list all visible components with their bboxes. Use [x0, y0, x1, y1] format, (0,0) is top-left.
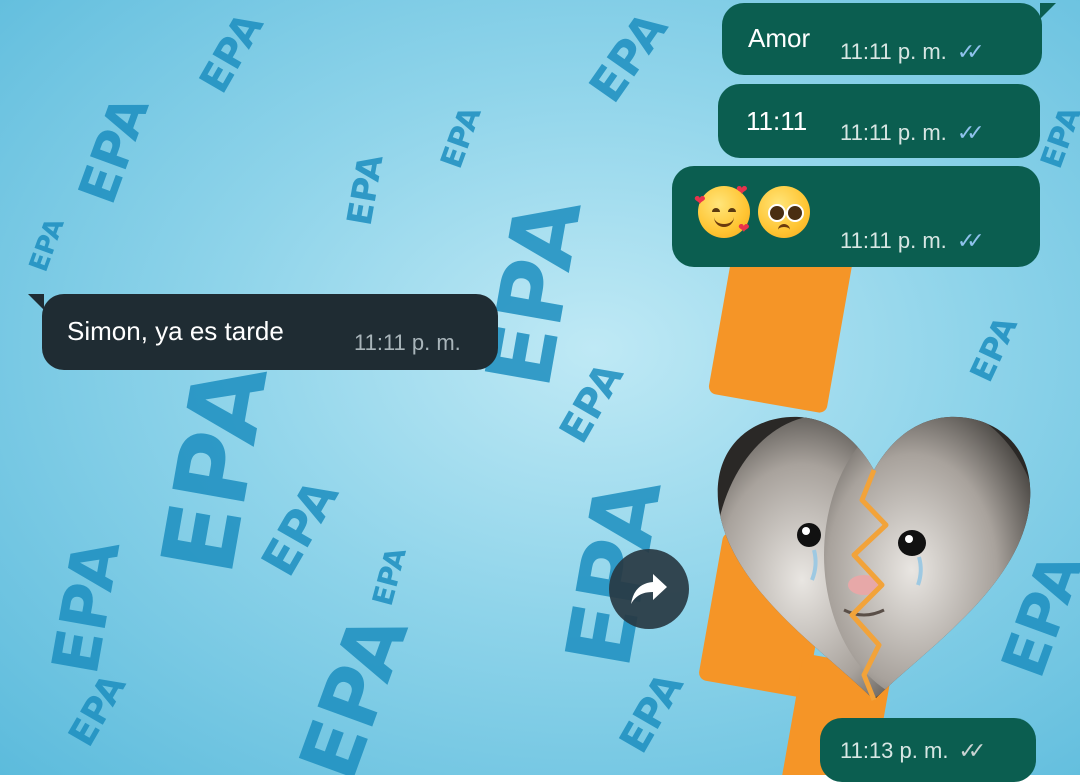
wallpaper-watermark: EPA	[578, 1, 679, 113]
incoming-message[interactable]: Simon, ya es tarde 11:11 p. m.	[28, 294, 498, 370]
wallpaper-watermark: EPA	[61, 667, 135, 754]
bubble-tail	[1040, 3, 1056, 19]
read-ticks-icon: ✓✓	[956, 228, 985, 253]
wallpaper-watermark: EPA	[281, 601, 427, 775]
forward-button[interactable]	[609, 549, 689, 629]
message-time: 11:11 p. m.	[354, 330, 461, 355]
message-time: 11:13 p. m.	[840, 738, 949, 763]
crying-cat-broken-heart-sticker[interactable]	[714, 415, 1034, 705]
wallpaper-watermark: EPA	[962, 310, 1025, 388]
read-ticks-icon: ✓✓	[956, 39, 985, 64]
message-text: Amor	[748, 23, 811, 53]
read-ticks-icon: ✓✓	[956, 120, 985, 145]
delivered-ticks-icon: ✓✓	[958, 738, 986, 763]
message-time: 11:11 p. m.	[840, 120, 947, 145]
outgoing-message[interactable]: Amor 11:11 p. m. ✓✓	[722, 3, 1056, 75]
emoji-row: ❤ ❤ ❤	[694, 182, 818, 238]
forward-arrow-icon	[631, 574, 667, 604]
smiling-face-with-hearts-icon: ❤ ❤ ❤	[694, 182, 750, 238]
pleading-face-icon	[758, 186, 810, 238]
message-time: 11:11 p. m.	[840, 39, 947, 64]
wallpaper-watermark: EPA	[434, 101, 489, 174]
wallpaper-watermark: EPA	[39, 534, 136, 680]
bubble-tail	[28, 294, 44, 310]
wallpaper-watermark: EPA	[1034, 101, 1080, 174]
message-meta: 11:11 p. m. ✓✓	[840, 120, 985, 146]
message-meta: 11:11 p. m. ✓✓	[840, 39, 985, 65]
wallpaper-watermark: EPA	[611, 665, 693, 761]
wallpaper-watermark: EPA	[339, 151, 392, 229]
outgoing-message[interactable]: 11:11 11:11 p. m. ✓✓	[718, 84, 1040, 158]
wallpaper-watermark: EPA	[191, 5, 273, 101]
message-text: Simon, ya es tarde	[67, 316, 284, 346]
wallpaper-watermark: EPA	[365, 543, 413, 610]
outgoing-message[interactable]: ❤ ❤ ❤ 11:11 p. m. ✓✓	[672, 166, 1040, 267]
wallpaper-watermark: EPA	[23, 214, 71, 276]
sticker-meta-bubble: 11:13 p. m. ✓✓	[820, 718, 1036, 782]
wallpaper-watermark: EPA	[67, 88, 162, 212]
message-time: 11:11 p. m.	[840, 228, 947, 253]
message-meta: 11:11 p. m. ✓✓	[840, 228, 985, 254]
message-meta: 11:13 p. m. ✓✓	[840, 738, 986, 764]
message-text: 11:11	[746, 106, 808, 136]
